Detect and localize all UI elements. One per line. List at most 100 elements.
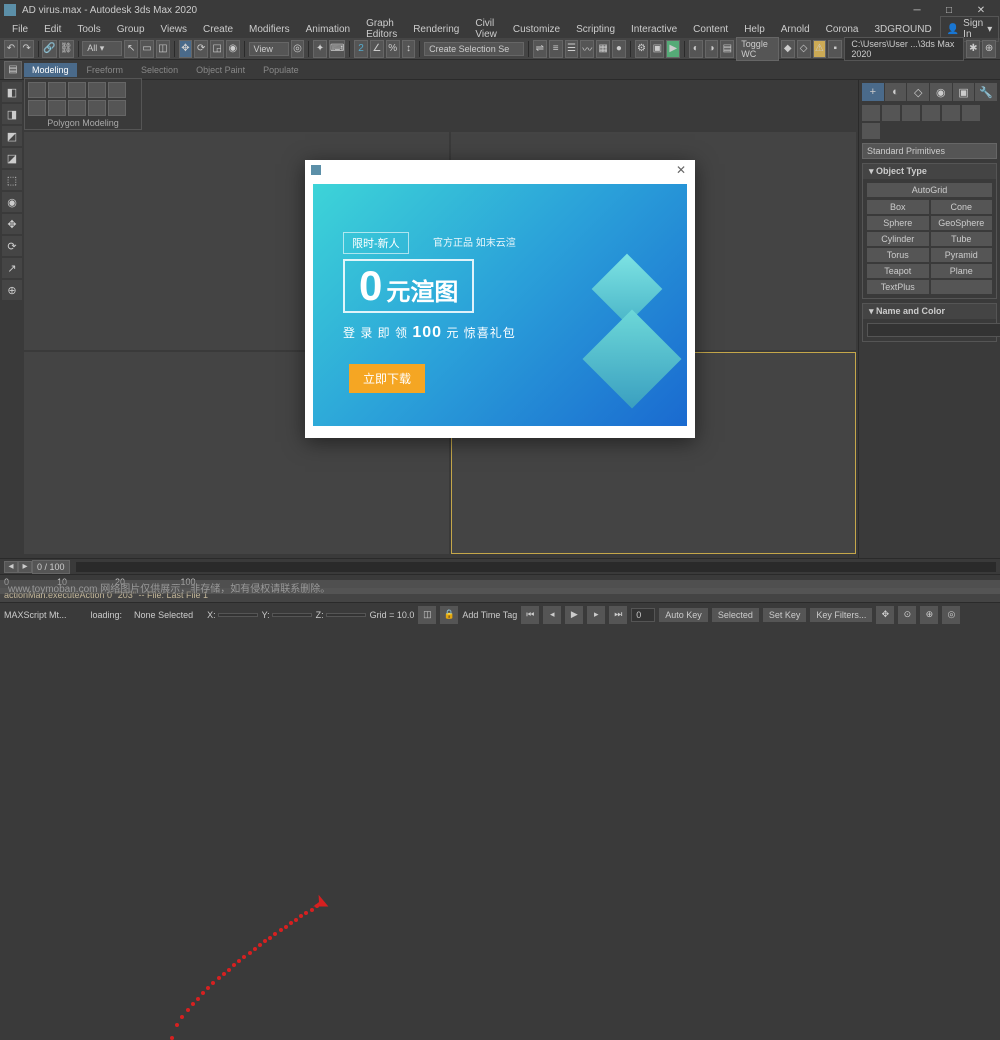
corona-list-icon[interactable]: ▤ <box>720 40 734 58</box>
unlink-icon[interactable]: ⛓ <box>59 40 74 58</box>
current-frame-input[interactable]: 0 <box>631 608 655 622</box>
systems-icon[interactable] <box>862 123 880 139</box>
manipulate-icon[interactable]: ✦ <box>313 40 327 58</box>
select-filter[interactable]: All ▾ <box>82 41 122 56</box>
cameras-icon[interactable] <box>922 105 940 121</box>
prim-cylinder[interactable]: Cylinder <box>867 232 929 246</box>
link-icon[interactable]: 🔗 <box>42 40 56 58</box>
setkey-button[interactable]: Set Key <box>763 608 807 622</box>
corona-mat-icon[interactable]: ◑ <box>705 40 719 58</box>
hierarchy-tab[interactable]: ◇ <box>907 83 929 101</box>
object-name-input[interactable] <box>867 323 1000 337</box>
snap-2d-icon[interactable]: 2 <box>354 40 368 58</box>
poly-btn-4[interactable] <box>88 82 106 98</box>
poly-btn-8[interactable] <box>68 100 86 116</box>
spinner-icon[interactable]: ↕ <box>402 40 416 58</box>
tool-d-icon[interactable]: ✱ <box>966 40 980 58</box>
poly-btn-7[interactable] <box>48 100 66 116</box>
rotate-icon[interactable]: ⟳ <box>194 40 208 58</box>
menu-arnold[interactable]: Arnold <box>773 22 818 37</box>
prim-box[interactable]: Box <box>867 200 929 214</box>
lt-icon-5[interactable]: ⬚ <box>2 170 22 190</box>
ref-coord[interactable]: View <box>249 42 289 56</box>
nav-icon-1[interactable]: ✥ <box>876 606 894 624</box>
goto-end-icon[interactable]: ⏭ <box>609 606 627 624</box>
lt-icon-10[interactable]: ⊕ <box>2 280 22 300</box>
tab-populate[interactable]: Populate <box>255 63 307 77</box>
geometry-icon[interactable] <box>862 105 880 121</box>
add-time-tag[interactable]: Add Time Tag <box>462 610 517 620</box>
undo-icon[interactable]: ↶ <box>4 40 18 58</box>
tab-modeling[interactable]: Modeling <box>24 63 77 77</box>
y-input[interactable] <box>272 613 312 617</box>
poly-btn-1[interactable] <box>28 82 46 98</box>
menu-corona[interactable]: Corona <box>818 22 867 37</box>
warning-icon[interactable]: ⚠ <box>813 40 827 58</box>
menu-modifiers[interactable]: Modifiers <box>241 22 298 37</box>
helpers-icon[interactable] <box>942 105 960 121</box>
tool-a-icon[interactable]: ◆ <box>781 40 795 58</box>
select-icon[interactable]: ↖ <box>124 40 138 58</box>
prim-torus[interactable]: Torus <box>867 248 929 262</box>
goto-start-icon[interactable]: ⏮ <box>521 606 539 624</box>
menu-civil-view[interactable]: Civil View <box>467 16 505 42</box>
download-button[interactable]: 立即下载 <box>349 364 425 393</box>
poly-btn-3[interactable] <box>68 82 86 98</box>
menu-scripting[interactable]: Scripting <box>568 22 623 37</box>
rollout-name-color[interactable]: ▾ Name and Color <box>863 304 996 319</box>
menu-group[interactable]: Group <box>109 22 153 37</box>
x-input[interactable] <box>218 613 258 617</box>
material-icon[interactable]: ● <box>612 40 626 58</box>
lt-icon-2[interactable]: ◨ <box>2 104 22 124</box>
scale-icon[interactable]: ◲ <box>210 40 224 58</box>
lt-icon-6[interactable]: ◉ <box>2 192 22 212</box>
lt-icon-7[interactable]: ✥ <box>2 214 22 234</box>
autogrid-toggle[interactable]: AutoGrid <box>867 183 992 197</box>
named-selection[interactable]: Create Selection Se <box>424 42 524 56</box>
render-frame-icon[interactable]: ▣ <box>650 40 664 58</box>
isolate-icon[interactable]: ◫ <box>418 606 436 624</box>
prim-pyramid[interactable]: Pyramid <box>931 248 993 262</box>
ribbon-toggle-icon[interactable]: ▤ <box>4 61 22 79</box>
display-tab[interactable]: ▣ <box>953 83 975 101</box>
pivot-icon[interactable]: ◎ <box>291 40 305 58</box>
lt-icon-1[interactable]: ◧ <box>2 82 22 102</box>
poly-btn-6[interactable] <box>28 100 46 116</box>
menu-edit[interactable]: Edit <box>36 22 69 37</box>
tab-selection[interactable]: Selection <box>133 63 186 77</box>
selected-dropdown[interactable]: Selected <box>712 608 759 622</box>
menu-tools[interactable]: Tools <box>69 22 108 37</box>
menu-create[interactable]: Create <box>195 22 241 37</box>
menu-content[interactable]: Content <box>685 22 736 37</box>
menu-views[interactable]: Views <box>153 22 196 37</box>
prim-plane[interactable]: Plane <box>931 264 993 278</box>
menu-animation[interactable]: Animation <box>298 22 358 37</box>
select-region-icon[interactable]: ◫ <box>156 40 170 58</box>
popup-close-button[interactable]: ✕ <box>673 162 689 178</box>
corona-icon[interactable]: ◐ <box>689 40 703 58</box>
tab-freeform[interactable]: Freeform <box>79 63 132 77</box>
prim-sphere[interactable]: Sphere <box>867 216 929 230</box>
lights-icon[interactable] <box>902 105 920 121</box>
tool-e-icon[interactable]: ⊕ <box>982 40 996 58</box>
curve-editor-icon[interactable]: 〰 <box>580 40 594 58</box>
timeline-prev-icon[interactable]: ◂ <box>4 561 18 573</box>
timeline-track[interactable] <box>76 562 996 572</box>
nav-icon-4[interactable]: ◎ <box>942 606 960 624</box>
modify-tab[interactable]: ◐ <box>885 83 907 101</box>
nav-icon-2[interactable]: ⊙ <box>898 606 916 624</box>
timeline[interactable]: ◂ ▸ 0 / 100 <box>0 558 1000 574</box>
autokey-button[interactable]: Auto Key <box>659 608 708 622</box>
redo-icon[interactable]: ↷ <box>20 40 34 58</box>
menu-rendering[interactable]: Rendering <box>405 22 467 37</box>
poly-btn-10[interactable] <box>108 100 126 116</box>
lt-icon-3[interactable]: ◩ <box>2 126 22 146</box>
minimize-button[interactable]: ─ <box>902 1 932 19</box>
poly-btn-2[interactable] <box>48 82 66 98</box>
timeline-next-icon[interactable]: ▸ <box>18 561 32 573</box>
snap-angle-icon[interactable]: ∠ <box>370 40 384 58</box>
prim-teapot[interactable]: Teapot <box>867 264 929 278</box>
render-setup-icon[interactable]: ⚙ <box>635 40 649 58</box>
utilities-tab[interactable]: 🔧 <box>975 83 997 101</box>
poly-btn-9[interactable] <box>88 100 106 116</box>
